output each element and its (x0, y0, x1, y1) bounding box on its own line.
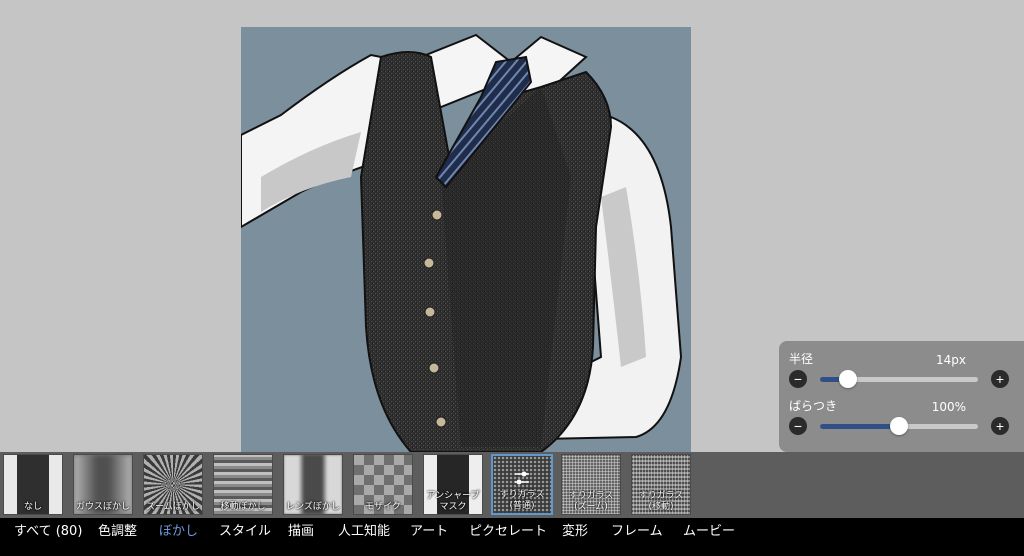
filter-thumb-zoom-blur[interactable]: ズームぼかし (143, 454, 203, 515)
radius-label: 半径 (789, 352, 814, 366)
filter-adjust-panel: 半径 14px − + ばらつき 100% − + (779, 341, 1024, 452)
variation-label: ばらつき (789, 399, 838, 413)
category-tab-blur[interactable]: ぼかし (159, 518, 198, 556)
filter-thumb-label: ズームぼかし (146, 502, 200, 512)
category-tab-all[interactable]: すべて (80) (14, 518, 82, 556)
filter-thumbnail-strip: なし ガウスぼかし ズームぼかし 移動ぼかし レンズぼかし モザイク アンシャー… (0, 452, 1024, 518)
filter-thumb-motion-blur[interactable]: 移動ぼかし (213, 454, 273, 515)
filter-thumb-lens-blur[interactable]: レンズぼかし (283, 454, 343, 515)
filter-thumb-label: レンズぼかし (286, 502, 340, 512)
artwork-illustration (241, 33, 683, 452)
filter-thumb-label: モザイク (365, 502, 401, 512)
filter-thumb-none[interactable]: なし (3, 454, 63, 515)
radius-increase-button[interactable]: + (991, 370, 1009, 388)
radius-slider-handle[interactable] (839, 370, 858, 388)
plus-icon: + (995, 417, 1005, 434)
plus-icon: + (995, 370, 1005, 387)
category-tab-frame[interactable]: フレーム (611, 518, 663, 556)
filter-thumb-label: すりガラス (移動) (638, 491, 684, 512)
minus-icon: − (793, 370, 803, 387)
variation-slider-fill (820, 424, 899, 429)
category-tab-movie[interactable]: ムービー (683, 518, 735, 556)
variation-slider-handle[interactable] (890, 417, 908, 435)
variation-decrease-button[interactable]: − (789, 417, 807, 435)
filter-thumb-unsharp-mask[interactable]: アンシャープ マスク (423, 454, 483, 515)
filter-thumb-frosted-glass-normal[interactable]: すりガラス (普通) (491, 454, 553, 515)
filter-category-bar: すべて (80) 色調整 ぼかし スタイル 描画 人工知能 アート ピクセレート… (0, 518, 1024, 556)
filter-thumb-label: なし (23, 502, 42, 512)
variation-slider[interactable] (820, 417, 978, 435)
filter-thumb-label: すりガラス (普通) (499, 490, 545, 511)
category-tab-ai[interactable]: 人工知能 (338, 518, 390, 556)
category-tab-color-adjust[interactable]: 色調整 (98, 518, 137, 556)
category-tab-render[interactable]: 描画 (288, 518, 314, 556)
radius-decrease-button[interactable]: − (789, 370, 807, 388)
radius-value: 14px (936, 353, 966, 367)
filter-thumb-label: 移動ぼかし (220, 502, 266, 512)
filter-thumb-frosted-glass-zoom[interactable]: すりガラス (ズーム) (561, 454, 621, 515)
filter-thumb-label: すりガラス (ズーム) (568, 491, 614, 512)
artwork-image[interactable] (241, 27, 691, 452)
variation-value: 100% (931, 400, 966, 414)
category-tab-transform[interactable]: 変形 (562, 518, 588, 556)
filter-thumb-label: ガウスぼかし (75, 502, 130, 512)
filter-thumb-gaussian-blur[interactable]: ガウスぼかし (73, 454, 133, 515)
filter-thumb-label: アンシャープ マスク (426, 491, 480, 512)
category-tab-pixelate[interactable]: ピクセレート (469, 518, 547, 556)
radius-slider[interactable] (820, 370, 978, 388)
variation-increase-button[interactable]: + (991, 417, 1009, 435)
category-tab-art[interactable]: アート (410, 518, 448, 556)
settings-sliders-icon[interactable] (512, 468, 532, 488)
filter-thumb-frosted-glass-motion[interactable]: すりガラス (移動) (631, 454, 691, 515)
filter-thumb-mosaic[interactable]: モザイク (353, 454, 413, 515)
category-tab-style[interactable]: スタイル (219, 518, 271, 556)
minus-icon: − (793, 417, 803, 434)
